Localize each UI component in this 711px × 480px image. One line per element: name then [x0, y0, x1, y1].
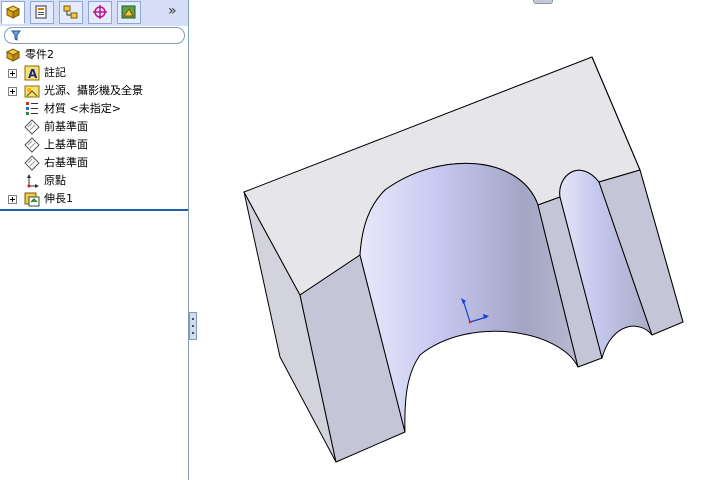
- tree-expand-plus-icon[interactable]: [8, 87, 17, 96]
- featuremanager-tree-icon: [5, 5, 21, 19]
- plane-icon: [24, 137, 40, 153]
- display-manager-icon: [121, 5, 136, 19]
- part-model[interactable]: [243, 56, 684, 463]
- tree-item-6[interactable]: 右基準面: [0, 154, 188, 172]
- material-icon: [24, 101, 40, 117]
- tree-item-3[interactable]: 材質 <未指定>: [0, 100, 188, 118]
- dimxpert-tab[interactable]: [88, 1, 112, 24]
- plane-icon: [24, 119, 40, 135]
- tree-expand-plus-icon[interactable]: [8, 195, 17, 204]
- tree-item-1[interactable]: A 註記: [0, 64, 188, 82]
- svg-text:A: A: [28, 67, 38, 81]
- configurationmanager-tab[interactable]: [59, 1, 83, 24]
- rollback-bar[interactable]: [0, 209, 188, 211]
- filter-funnel-icon: [11, 30, 21, 41]
- configuration-icon: [63, 5, 78, 19]
- origin-icon: [24, 173, 40, 189]
- annotations-icon: A: [24, 65, 40, 81]
- graphics-viewport[interactable]: [195, 0, 711, 480]
- tree-item-0[interactable]: 零件2: [0, 46, 188, 64]
- tree-item-label: 右基準面: [44, 156, 88, 169]
- tree-item-8[interactable]: 伸長1: [0, 190, 188, 208]
- tree-item-4[interactable]: 前基準面: [0, 118, 188, 136]
- tree-expand-plus-icon[interactable]: [8, 69, 17, 78]
- feature-manager-panel: » 零件2 A 註記光源、攝影機及全景 材質 <未指定> 前基準面上基準面右基準面原點伸…: [0, 0, 189, 480]
- lights-cameras-icon: [24, 83, 40, 99]
- tree-item-label: 前基準面: [44, 120, 88, 133]
- part-icon: [5, 47, 21, 63]
- tree-item-7[interactable]: 原點: [0, 172, 188, 190]
- tree-item-label: 光源、攝影機及全景: [44, 84, 143, 97]
- feature-manager-tab-strip: »: [0, 0, 188, 26]
- extrude-icon: [24, 191, 40, 207]
- tree-item-label: 材質 <未指定>: [44, 102, 121, 115]
- tree-item-2[interactable]: 光源、攝影機及全景: [0, 82, 188, 100]
- tree-item-label: 註記: [44, 66, 66, 79]
- feature-filter-input[interactable]: [4, 27, 185, 44]
- plane-icon: [24, 155, 40, 171]
- propertymanager-tab[interactable]: [30, 1, 54, 24]
- tree-item-label: 伸長1: [44, 192, 73, 205]
- dimxpert-crosshair-icon: [93, 5, 107, 19]
- tree-item-label: 上基準面: [44, 138, 88, 151]
- tree-item-label: 零件2: [25, 48, 54, 61]
- tree-item-5[interactable]: 上基準面: [0, 136, 188, 154]
- featuremanager-tab[interactable]: [1, 1, 25, 24]
- property-sheet-icon: [35, 5, 47, 19]
- display-manager-tab[interactable]: [117, 1, 141, 24]
- tree-item-label: 原點: [44, 174, 66, 187]
- expand-panel-chevron[interactable]: »: [168, 3, 177, 19]
